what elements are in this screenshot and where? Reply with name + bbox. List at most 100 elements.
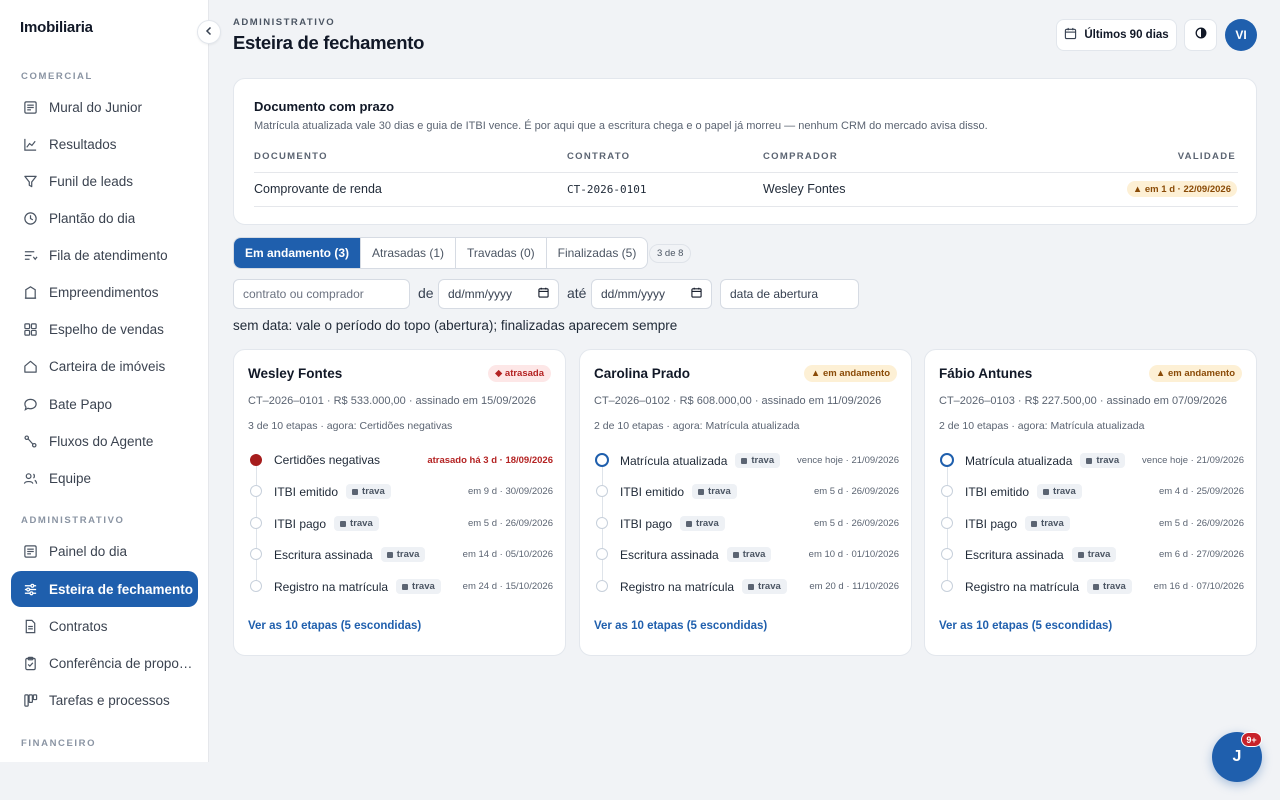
search-input[interactable]: contrato ou comprador [233,279,410,309]
date-to-placeholder: dd/mm/yyyy [601,287,666,301]
section-label-administrativo: ADMINISTRATIVO [21,515,125,526]
trava-label: trava [708,486,731,497]
sidebar-item-fluxos[interactable]: Fluxos do Agente [11,423,198,459]
step-date: em 9 d · 30/09/2026 [467,486,553,497]
sidebar-item-label: Espelho de vendas [49,321,164,337]
tab-atrasadas[interactable]: Atrasadas (1) [361,238,457,268]
page-eyebrow: ADMINISTRATIVO [233,17,336,28]
lock-square-icon [748,583,755,590]
date-from-input[interactable]: dd/mm/yyyy [438,279,559,309]
step-date: em 5 d · 26/09/2026 [813,518,899,529]
trava-badge: trava [396,579,441,594]
sidebar-item-equipe[interactable]: Equipe [11,460,198,496]
tab-travadas[interactable]: Travadas (0) [456,238,547,268]
user-avatar[interactable]: VI [1225,19,1257,51]
trava-label: trava [696,518,719,529]
step-name: Registro na matrícula [965,579,1080,594]
date-to-input[interactable]: dd/mm/yyyy [591,279,712,309]
closing-card[interactable]: Fábio Antunes ▲ em andamento CT–2026–010… [924,349,1257,656]
sidebar-item-resultados[interactable]: Resultados [11,126,198,162]
trava-badge: trava [692,484,737,499]
step-item[interactable]: ITBI pago trava em 5 d · 26/09/2026 [594,514,899,534]
contract-meta: CT–2026–0101 · R$ 533.000,00 · assinado … [248,395,537,407]
kanban-icon [22,692,38,708]
row-contract[interactable]: CT-2026-0101 [567,183,646,196]
step-item[interactable]: Escritura assinada trava em 14 d · 05/10/… [248,545,553,565]
lock-square-icon [698,488,705,495]
sidebar-item-fila[interactable]: Fila de atendimento [11,237,198,273]
step-item[interactable]: ITBI emitido trava em 9 d · 30/09/2026 [248,482,553,502]
step-item[interactable]: Registro na matrícula trava em 16 d · 07/… [939,577,1244,597]
step-item[interactable]: Registro na matrícula trava em 20 d · 11/… [594,577,899,597]
tab-em-andamento[interactable]: Em andamento (3) [234,238,362,268]
step-item[interactable]: ITBI emitido trava em 5 d · 26/09/2026 [594,482,899,502]
trava-label: trava [362,486,385,497]
sidebar-item-conferencia[interactable]: Conferência de propostas [11,645,198,681]
brand-logo[interactable]: Imobiliaria [20,19,93,36]
step-date: em 4 d · 25/09/2026 [1158,486,1244,497]
trava-badge: trava [1025,516,1070,531]
queue-icon [22,247,38,263]
sidebar-item-plantao[interactable]: Plantão do dia [11,200,198,236]
section-label-financeiro: FINANCEIRO [21,738,97,749]
sidebar-item-contratos[interactable]: Contratos [11,608,198,644]
step-date: em 5 d · 26/09/2026 [467,518,553,529]
sidebar-item-carteira[interactable]: Carteira de imóveis [11,348,198,384]
notification-badge: 9+ [1241,732,1262,747]
step-item[interactable]: Matrícula atualizada trava vence hoje · 2… [594,451,899,471]
building-icon [22,284,38,300]
filter-note: sem data: vale o período do topo (abertu… [233,318,678,333]
trava-badge: trava [735,453,781,468]
sidebar-item-tarefas[interactable]: Tarefas e processos [11,682,198,718]
clipboard-icon [22,655,38,671]
closing-card[interactable]: Wesley Fontes ◆ atrasada CT–2026–0101 · … [233,349,566,656]
trava-label: trava [1053,486,1076,497]
results-counter: 3 de 8 [649,244,692,263]
buyer-name: Fábio Antunes [939,366,1033,381]
see-all-steps-link[interactable]: Ver as 10 etapas (5 escondidas) [248,620,421,632]
step-item[interactable]: Escritura assinada trava em 10 d · 01/10/… [594,545,899,565]
lock-square-icon [1031,520,1038,527]
collapse-sidebar-button[interactable] [197,20,221,44]
sidebar-item-funil[interactable]: Funil de leads [11,163,198,199]
deadline-card-title: Documento com prazo [254,99,395,114]
trava-label: trava [751,455,775,466]
see-all-steps-link[interactable]: Ver as 10 etapas (5 escondidas) [594,620,767,632]
step-item[interactable]: ITBI pago trava em 5 d · 26/09/2026 [248,514,553,534]
sidebar-item-espelho[interactable]: Espelho de vendas [11,311,198,347]
sidebar-item-label: Resultados [49,136,117,152]
step-item[interactable]: ITBI pago trava em 5 d · 26/09/2026 [939,514,1244,534]
sidebar-item-painel[interactable]: Painel do dia [11,533,198,569]
step-date: em 24 d · 15/10/2026 [462,581,553,592]
sidebar-item-label: Empreendimentos [49,284,159,300]
step-item[interactable]: Certidões negativas atrasado há 3 d · 18… [248,451,553,471]
date-field-select[interactable]: data de abertura [720,279,859,309]
step-item[interactable]: Registro na matrícula trava em 24 d · 15/… [248,577,553,597]
step-item[interactable]: Escritura assinada trava em 6 d · 27/09/2… [939,545,1244,565]
step-pending-dot [250,485,262,497]
period-selector-button[interactable]: Últimos 90 dias [1056,19,1177,51]
sidebar-item-bate-papo[interactable]: Bate Papo [11,386,198,422]
sidebar-item-empreendimentos[interactable]: Empreendimentos [11,274,198,310]
tab-finalizadas[interactable]: Finalizadas (5) [547,238,648,268]
step-date: vence hoje · 21/09/2026 [1142,455,1244,466]
sidebar-item-label: Equipe [49,470,92,486]
theme-toggle-button[interactable] [1184,19,1217,51]
date-from-label: de [418,285,434,301]
sidebar-item-esteira[interactable]: Esteira de fechamento [11,571,198,607]
closing-card[interactable]: Carolina Prado ▲ em andamento CT–2026–01… [579,349,912,656]
sidebar-item-mural[interactable]: Mural do Junior [11,89,198,125]
step-date: em 6 d · 27/09/2026 [1158,549,1244,560]
sidebar: Imobiliaria COMERCIAL Mural do Junior Re… [0,0,209,762]
page-title: Esteira de fechamento [233,32,425,53]
see-all-steps-link[interactable]: Ver as 10 etapas (5 escondidas) [939,620,1112,632]
step-pending-dot [596,485,608,497]
column-header-validade: VALIDADE [1177,151,1236,162]
sidebar-item-label: Contratos [49,618,108,634]
sidebar-item-label: Fluxos do Agente [49,433,154,449]
step-item[interactable]: Matrícula atualizada trava vence hoje · 2… [939,451,1244,471]
step-item[interactable]: ITBI emitido trava em 4 d · 25/09/2026 [939,482,1244,502]
step-name: ITBI emitido [965,484,1030,499]
step-current-dot [940,453,954,467]
period-label: Últimos 90 dias [1084,29,1169,41]
